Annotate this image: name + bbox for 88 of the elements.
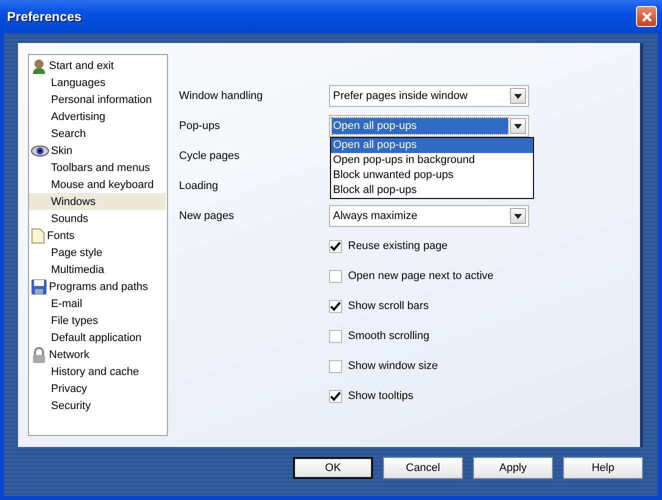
checkbox-label: Show tooltips xyxy=(348,390,414,402)
dropdown-option[interactable]: Open pop-ups in background xyxy=(331,153,533,168)
category-label: History and cache xyxy=(51,366,140,378)
caret-icon xyxy=(514,94,522,98)
checkbox-label: Show window size xyxy=(348,360,438,372)
category-label: Default application xyxy=(51,332,142,344)
category-item[interactable]: Network xyxy=(29,346,166,363)
check-icon xyxy=(330,240,341,252)
category-label: Personal information xyxy=(51,94,152,106)
checkbox[interactable] xyxy=(329,300,342,312)
category-item[interactable]: Start and exit xyxy=(29,57,166,74)
category-label: Privacy xyxy=(51,382,88,394)
setting-label: Pop-ups xyxy=(179,120,221,132)
checkbox-label: Show scroll bars xyxy=(348,300,429,312)
dialog-button[interactable]: OK xyxy=(293,457,373,479)
category-label: Windows xyxy=(51,196,96,208)
category-item[interactable]: Programs and paths xyxy=(29,278,166,295)
check-icon xyxy=(330,390,341,402)
caret-icon xyxy=(514,124,522,128)
padlock-icon xyxy=(31,346,47,362)
category-label: Page style xyxy=(51,246,102,258)
category-item[interactable]: Languages xyxy=(29,74,166,91)
category-item[interactable]: Security xyxy=(29,397,166,414)
category-label: Toolbars and menus xyxy=(51,162,150,174)
window-title: Preferences xyxy=(7,9,82,24)
dialog-button[interactable]: Apply xyxy=(473,457,553,479)
category-label: Start and exit xyxy=(49,60,114,72)
category-label: Advertising xyxy=(51,110,106,122)
category-item[interactable]: Windows xyxy=(29,193,166,210)
dropdown-option[interactable]: Open all pop-ups xyxy=(331,138,533,153)
setting-label: New pages xyxy=(179,210,236,222)
category-label: Sounds xyxy=(51,212,88,224)
category-item[interactable]: Mouse and keyboard xyxy=(29,176,166,193)
dropdown[interactable]: Always maximize xyxy=(329,205,529,227)
category-item[interactable]: Sounds xyxy=(29,210,166,227)
checkbox-label: Reuse existing page xyxy=(348,240,448,252)
category-label: Mouse and keyboard xyxy=(51,178,154,190)
category-item[interactable]: Multimedia xyxy=(29,261,166,278)
category-item[interactable]: Personal information xyxy=(29,91,166,108)
dropdown-arrow-button[interactable] xyxy=(510,208,526,224)
category-item[interactable]: Fonts xyxy=(29,227,166,244)
category-item[interactable]: Default application xyxy=(29,329,166,346)
category-item[interactable]: Page style xyxy=(29,244,166,261)
category-label: File types xyxy=(51,314,98,326)
category-label: Programs and paths xyxy=(49,280,148,292)
dropdown-arrow-button[interactable] xyxy=(510,118,526,134)
check-icon xyxy=(330,300,341,312)
category-item[interactable]: Search xyxy=(29,125,166,142)
checkbox[interactable] xyxy=(329,240,342,252)
dialog-button[interactable]: Cancel xyxy=(383,457,463,479)
category-label: Search xyxy=(51,128,86,140)
checkbox[interactable] xyxy=(329,330,342,342)
category-item[interactable]: Toolbars and menus xyxy=(29,159,166,176)
dropdown-value: Prefer pages inside window xyxy=(332,89,469,104)
close-button[interactable] xyxy=(636,6,657,27)
dropdown[interactable]: Prefer pages inside window xyxy=(329,85,529,107)
category-item[interactable]: History and cache xyxy=(29,363,166,380)
dropdown-option[interactable]: Block unwanted pop-ups xyxy=(331,168,533,183)
category-label: Security xyxy=(51,400,91,412)
checkbox-label: Smooth scrolling xyxy=(348,330,430,342)
person-icon xyxy=(31,58,47,74)
checkbox[interactable] xyxy=(329,360,342,372)
checkbox-label: Open new page next to active xyxy=(348,270,494,282)
dropdown-option[interactable]: Block all pop-ups xyxy=(331,183,533,198)
checkbox[interactable] xyxy=(329,270,342,282)
dropdown-value: Open all pop-ups xyxy=(332,118,508,134)
dropdown-arrow-button[interactable] xyxy=(510,88,526,104)
category-label: Fonts xyxy=(47,230,75,242)
close-icon xyxy=(640,10,654,24)
dialog-button[interactable]: Help xyxy=(563,457,643,479)
category-item[interactable]: Skin xyxy=(29,142,166,159)
setting-label: Cycle pages xyxy=(179,150,241,162)
setting-label: Window handling xyxy=(179,90,264,102)
category-label: Network xyxy=(49,348,90,360)
category-item[interactable]: E-mail xyxy=(29,295,166,312)
category-item[interactable]: Advertising xyxy=(29,108,166,125)
eye-icon xyxy=(31,144,49,156)
category-label: E-mail xyxy=(51,298,82,310)
checkbox[interactable] xyxy=(329,390,342,402)
category-label: Multimedia xyxy=(51,264,104,276)
setting-label: Loading xyxy=(179,180,220,192)
category-label: Skin xyxy=(51,144,72,156)
category-label: Languages xyxy=(51,76,106,88)
page-icon xyxy=(31,228,45,244)
category-item[interactable]: File types xyxy=(29,312,166,329)
caret-icon xyxy=(514,214,522,218)
dropdown-value: Always maximize xyxy=(332,209,418,224)
category-item[interactable]: Privacy xyxy=(29,380,166,397)
